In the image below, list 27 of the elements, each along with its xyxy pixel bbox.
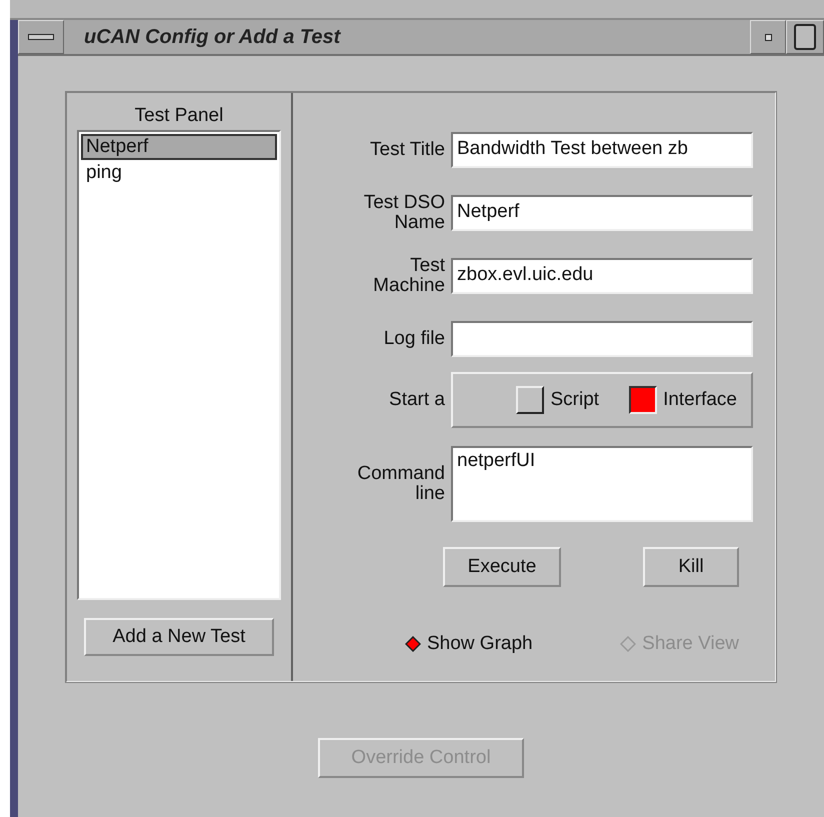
field-label: Test Title	[369, 140, 446, 160]
list-item[interactable]: Netperf	[81, 134, 277, 160]
option-label: Script	[550, 389, 600, 411]
field-label: Command line	[356, 464, 446, 504]
test-list[interactable]: Netperf ping	[77, 130, 281, 600]
toggle-button[interactable]	[629, 386, 658, 414]
action-button[interactable]: Kill	[643, 547, 739, 587]
window-menu-button[interactable]	[18, 20, 64, 54]
add-test-button[interactable]: Add a New Test	[84, 618, 274, 656]
maximize-button[interactable]	[786, 20, 824, 54]
radio-button[interactable]	[405, 636, 421, 652]
field-label: Log file	[382, 329, 446, 349]
list-item[interactable]: ping	[81, 160, 277, 186]
field-label: Start a	[388, 390, 446, 410]
input-field[interactable]: Netperf	[451, 195, 753, 231]
action-button[interactable]: Execute	[443, 547, 561, 587]
input-field[interactable]: Bandwidth Test between zb	[451, 132, 753, 168]
option-label: Interface	[663, 389, 737, 411]
input-field[interactable]: zbox.evl.uic.edu	[451, 258, 753, 294]
radio-label: Show Graph	[427, 633, 533, 655]
input-field[interactable]	[451, 321, 753, 357]
minimize-button[interactable]	[750, 20, 786, 54]
command-field[interactable]: netperfUI	[451, 446, 753, 522]
panel-title: Test Panel	[134, 105, 224, 127]
field-label: Test Machine	[372, 256, 446, 296]
window-title: uCAN Config or Add a Test	[83, 25, 342, 50]
field-label: Test DSO Name	[362, 193, 446, 233]
